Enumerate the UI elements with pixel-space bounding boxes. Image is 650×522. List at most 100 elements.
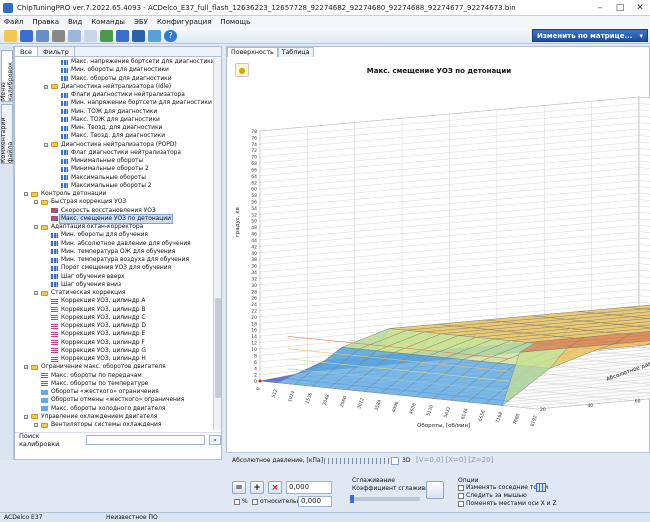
tree-item[interactable]: Коррекция УОЗ, цилиндр F <box>15 339 213 347</box>
close-icon[interactable]: ✕ <box>630 0 650 16</box>
tree-item[interactable]: - Адаптация октан-корректора <box>15 223 213 231</box>
online-icon[interactable] <box>148 29 161 42</box>
tree-item[interactable]: Коррекция УОЗ, цилиндр A <box>15 297 213 305</box>
tree-item[interactable]: Макс. смещение УОЗ по детонации <box>15 213 213 225</box>
tree-item[interactable]: Коррекция УОЗ, цилиндр C <box>15 314 213 322</box>
equals-button[interactable]: = <box>232 481 246 494</box>
value-input[interactable]: 0,000 <box>286 481 332 494</box>
tree-item[interactable]: Минимальные обороты <box>15 157 213 165</box>
tree-item[interactable]: Максимальные обороты <box>15 174 213 182</box>
change-by-matrix-dropdown[interactable]: Изменить по матрице... ▾ <box>532 29 648 42</box>
surface-chart[interactable]: 0246810121416182022242628303234363840424… <box>227 47 650 455</box>
tree-item[interactable]: - Вентиляторы системы охлаждения <box>15 421 213 429</box>
tree-collapse-icon[interactable]: - <box>34 200 38 205</box>
menu-help[interactable]: Помощь <box>220 18 250 26</box>
tree-item[interactable]: Коррекция УОЗ, цилиндр E <box>15 330 213 338</box>
smoothing-slider[interactable] <box>350 495 420 503</box>
tree-item[interactable]: Мин. обороты для диагностики <box>15 66 213 74</box>
tree-collapse-icon[interactable]: - <box>44 84 48 89</box>
tab-filter[interactable]: Фильтр <box>38 47 75 56</box>
tree-item[interactable]: Шаг обучения вверх <box>15 273 213 281</box>
plus-button[interactable]: + <box>250 481 264 494</box>
relative-checkbox[interactable] <box>252 499 258 505</box>
tree-item[interactable]: Макс. обороты для диагностики <box>15 75 213 83</box>
tab-file-comments[interactable]: Комментарии файла <box>0 104 14 164</box>
tree-item[interactable]: -Критерии включения/выключения <box>15 429 213 430</box>
tree-item[interactable]: Макс. обороты по температуре <box>15 380 213 388</box>
tree-item[interactable]: Коррекция УОЗ, цилиндр D <box>15 322 213 330</box>
tree-item[interactable]: Мин. обороты для обучения <box>15 231 213 239</box>
tree-item[interactable]: Скорость восстановления УОЗ <box>15 207 213 215</box>
follow-mouse-checkbox[interactable] <box>458 493 464 499</box>
menu-file[interactable]: Файл <box>4 18 23 26</box>
tree-item[interactable]: Макс. напряжение бортсети для диагностик… <box>15 58 213 66</box>
tree-item[interactable]: - Ограничение макс. оборотов двигателя <box>15 363 213 371</box>
tree-collapse-icon[interactable]: - <box>24 365 28 370</box>
tree-item[interactable]: Шаг обучения вниз <box>15 281 213 289</box>
tree-collapse-icon[interactable]: - <box>24 414 28 419</box>
tree-collapse-icon[interactable]: - <box>24 192 28 197</box>
tree-item[interactable]: - Диагностика нейтрализатора (Idle) <box>15 83 213 91</box>
menu-commands[interactable]: Команды <box>91 18 125 26</box>
view-3d-label[interactable]: 3D <box>402 457 410 464</box>
tree-item[interactable]: - Контроль детонации <box>15 190 213 198</box>
checksum-icon[interactable] <box>132 29 145 42</box>
tree-item[interactable]: Обороты «жесткого» ограничения <box>15 388 213 396</box>
compare-icon[interactable] <box>116 29 129 42</box>
connect-icon[interactable] <box>100 29 113 42</box>
help-icon[interactable]: ? <box>164 29 177 42</box>
menu-config[interactable]: Конфигурация <box>157 18 211 26</box>
scrollbar-thumb[interactable] <box>215 298 221 398</box>
tree-item[interactable]: Макс. обороты по передачам <box>15 372 213 380</box>
tree-item[interactable]: Обороты отмены «жесткого» ограничения <box>15 396 213 404</box>
tree-collapse-icon[interactable]: - <box>44 142 48 147</box>
paste-icon[interactable] <box>84 29 97 42</box>
tree-scrollbar[interactable] <box>213 58 221 430</box>
swap-axes-checkbox[interactable] <box>458 501 464 507</box>
save-icon[interactable] <box>20 29 33 42</box>
save-as-icon[interactable] <box>36 29 49 42</box>
tree-collapse-icon[interactable]: - <box>34 291 38 296</box>
tree-item[interactable]: Коррекция УОЗ, цилиндр G <box>15 347 213 355</box>
tree-item[interactable]: Коррекция УОЗ, цилиндр H <box>15 355 213 363</box>
menu-edit[interactable]: Правка <box>32 18 59 26</box>
tree-item[interactable]: Макс. ТОЖ для диагностики <box>15 116 213 124</box>
tree-item[interactable]: Мин. напряжение бортсети для диагностики <box>15 99 213 107</box>
percent-checkbox[interactable] <box>234 499 240 505</box>
tree-item[interactable]: Мин. абсолютное давление для обучения <box>15 240 213 248</box>
menu-ecu[interactable]: ЭБУ <box>134 18 148 26</box>
smooth-brush-icon[interactable] <box>426 481 444 499</box>
tree-item[interactable]: Макс. Твозд. для диагностики <box>15 132 213 140</box>
search-input[interactable] <box>85 434 206 445</box>
tree-item[interactable]: Мин. Твозд. для диагностики <box>15 124 213 132</box>
tree-item[interactable]: Макс. обороты холодного двигателя <box>15 405 213 413</box>
tree-collapse-icon[interactable]: - <box>34 225 38 230</box>
tree-collapse-icon[interactable]: - <box>34 423 38 428</box>
tab-calibrations-menu[interactable]: Меню калибровок <box>0 50 14 102</box>
tree-item[interactable]: Минимальные обороты 2 <box>15 165 213 173</box>
multiply-button[interactable]: × <box>268 481 282 494</box>
tree-item[interactable]: Флаг диагностики нейтрализатора <box>15 149 213 157</box>
tree-item[interactable]: Мин. температура ОЖ для обучения <box>15 248 213 256</box>
tree-item[interactable]: - Статическая коррекция <box>15 289 213 297</box>
tree-item[interactable]: Коррекция УОЗ, цилиндр B <box>15 306 213 314</box>
search-icon[interactable]: ⌕ <box>209 434 221 445</box>
tree-item[interactable]: - Управление охлаждением двигателя <box>15 413 213 421</box>
tree-item[interactable]: Флаги диагностики нейтрализатора <box>15 91 213 99</box>
tree-item[interactable]: Мин. ТОЖ для диагностики <box>15 108 213 116</box>
tree-item[interactable]: - Диагностика нейтрализатора (POPD) <box>15 141 213 149</box>
minimize-icon[interactable]: – <box>590 0 610 16</box>
copy-icon[interactable] <box>68 29 81 42</box>
print-icon[interactable] <box>52 29 65 42</box>
tree-item[interactable]: Максимальные обороты 2 <box>15 182 213 190</box>
table-icon[interactable] <box>536 483 546 492</box>
tab-all[interactable]: Все <box>15 47 39 56</box>
adjacent-points-checkbox[interactable] <box>458 485 464 491</box>
maximize-icon[interactable]: □ <box>610 0 630 16</box>
tree-item[interactable]: Порог смещения УОЗ для обучения <box>15 264 213 272</box>
tree-item[interactable]: - Быстрая коррекция УОЗ <box>15 198 213 206</box>
tree-item[interactable]: Мин. температура воздуха для обучения <box>15 256 213 264</box>
pressure-slider[interactable] <box>324 458 390 464</box>
grid-icon[interactable] <box>391 457 399 465</box>
open-folder-icon[interactable] <box>4 29 17 42</box>
